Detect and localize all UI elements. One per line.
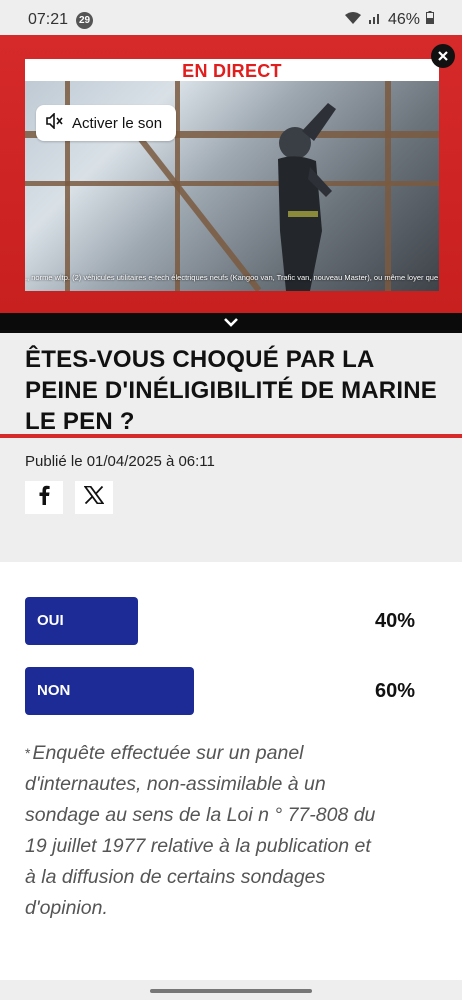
unmute-label: Activer le son (72, 114, 163, 132)
live-video-player[interactable]: EN DIRECT ., norme wltp. (2) véhicules u… (0, 35, 462, 313)
poll-percent-non: 60% (374, 680, 415, 702)
poll-footnote: * Enquête effectuée sur un panel d'intern… (25, 738, 385, 924)
home-indicator-area (0, 980, 462, 1000)
x-share-button[interactable] (75, 481, 113, 514)
status-left: 07:21 29 (28, 11, 94, 29)
wood-beam (25, 181, 439, 186)
close-icon[interactable] (431, 44, 455, 68)
wood-beam (385, 81, 391, 291)
poll-option-non[interactable]: NON 60% (25, 667, 415, 715)
status-bar: 07:21 29 46% (0, 0, 462, 40)
worker-silhouette (278, 103, 336, 291)
signal-icon (368, 11, 382, 30)
live-label: EN DIRECT (25, 59, 439, 81)
facebook-share-button[interactable] (25, 481, 63, 514)
article-header: ÊTES-VOUS CHOQUÉ PAR LA PEINE D'INÉLIGIB… (0, 333, 462, 562)
footnote-asterisk: * (25, 745, 31, 761)
status-time: 07:21 (28, 11, 69, 28)
battery-icon (426, 11, 434, 29)
speaker-muted-icon (46, 112, 64, 133)
publish-date: Publié le 01/04/2025 à 06:11 (25, 453, 215, 470)
unmute-button[interactable]: Activer le son (36, 105, 177, 141)
footnote-text: Enquête effectuée sur un panel d'interna… (25, 742, 376, 919)
poll-bar-oui[interactable]: OUI (25, 597, 138, 645)
poll-percent-oui: 40% (374, 610, 415, 632)
facebook-icon (37, 485, 51, 510)
chevron-down-icon (223, 314, 239, 332)
poll-bar-non[interactable]: NON (25, 667, 194, 715)
poll-option-oui[interactable]: OUI 40% (25, 597, 415, 645)
video-caption: ., norme wltp. (2) véhicules utilitaires… (25, 273, 439, 282)
collapse-player-bar[interactable] (0, 313, 462, 333)
article-title: ÊTES-VOUS CHOQUÉ PAR LA PEINE D'INÉLIGIB… (25, 346, 437, 435)
wifi-icon (344, 11, 362, 30)
x-icon (83, 485, 105, 509)
title-divider (0, 434, 462, 438)
home-indicator[interactable] (150, 989, 312, 993)
battery-percent: 46% (387, 11, 420, 28)
status-right: 46% (344, 11, 434, 30)
notification-count-badge: 29 (76, 11, 94, 29)
